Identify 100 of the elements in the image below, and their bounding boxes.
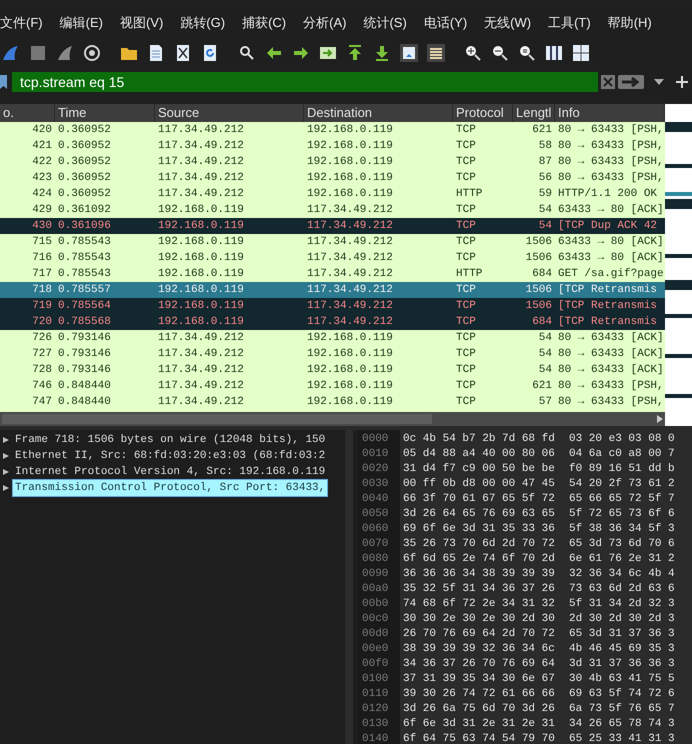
table-cell-text: 117.34.49.212 bbox=[157, 138, 245, 154]
autoscroll-icon[interactable] bbox=[400, 44, 418, 62]
hex-bytes: 65 25 33 41 31 3 bbox=[569, 732, 675, 744]
table-cell-text: 0.793146 bbox=[57, 362, 112, 378]
menu-item[interactable]: 跳转(G) bbox=[180, 13, 226, 33]
table-cell-text: HTTP bbox=[455, 266, 484, 282]
first-packet-icon[interactable] bbox=[346, 44, 364, 62]
hex-bytes: 6f 6d 65 2e 74 6f 70 2d bbox=[403, 552, 556, 567]
hex-bytes: 39 30 26 74 72 61 66 66 bbox=[403, 687, 556, 702]
table-cell-text: 746 bbox=[31, 378, 53, 394]
collapsed-arrow-icon[interactable] bbox=[3, 453, 9, 459]
last-packet-icon[interactable] bbox=[373, 44, 391, 62]
table-cell-text: 117.34.49.212 bbox=[306, 218, 394, 234]
colorize-icon[interactable] bbox=[427, 44, 445, 62]
table-cell-text: 117.34.49.212 bbox=[306, 314, 394, 330]
gear-icon[interactable] bbox=[83, 44, 101, 62]
filter-text: tcp.stream eq 15 bbox=[20, 72, 124, 92]
menu-item[interactable]: 编辑(E) bbox=[60, 13, 103, 33]
menu-item[interactable]: 统计(S) bbox=[363, 13, 407, 33]
stop-icon[interactable] bbox=[29, 44, 47, 62]
table-cell-text: 57 bbox=[538, 394, 553, 410]
collapsed-arrow-icon[interactable] bbox=[3, 485, 9, 491]
menu-item[interactable]: 分析(A) bbox=[303, 13, 346, 33]
table-cell-text: TCP bbox=[455, 330, 477, 346]
zoom-in-icon[interactable] bbox=[464, 44, 482, 62]
hex-bytes: 36 36 36 34 38 39 39 39 bbox=[403, 567, 556, 582]
document-icon[interactable] bbox=[147, 44, 165, 62]
packet-row[interactable]: 718 0.785557 192.168.0.119 117.34.49.212 TCP 1506 [TCP Retransmis bbox=[0, 282, 665, 298]
hex-bytes: 35 26 73 70 6d 2d 70 72 bbox=[403, 537, 556, 552]
go-to-packet-icon[interactable] bbox=[319, 44, 337, 62]
hex-bytes: 66 3f 70 61 67 65 5f 72 bbox=[403, 492, 556, 507]
tree-item[interactable]: Transmission Control Protocol, Src Port: 63433, bbox=[13, 480, 328, 496]
zoom-out-icon[interactable] bbox=[491, 44, 509, 62]
table-cell-text: 87 bbox=[538, 154, 553, 170]
hex-bytes: 26 70 76 69 64 2d 70 72 bbox=[403, 627, 556, 642]
plus-icon[interactable] bbox=[676, 76, 688, 88]
table-cell-text: 117.34.49.212 bbox=[157, 154, 245, 170]
collapsed-arrow-icon[interactable] bbox=[3, 437, 9, 443]
hex-bytes: 54 20 2f 73 61 2 bbox=[569, 477, 675, 492]
table-cell-text: 0.360952 bbox=[57, 170, 112, 186]
table-cell-text: 192.168.0.119 bbox=[157, 202, 245, 218]
clear-icon[interactable] bbox=[600, 74, 616, 90]
table-cell-text: TCP bbox=[455, 202, 477, 218]
table-cell-text: 0.785568 bbox=[57, 314, 112, 330]
menu-item[interactable]: 工具(T) bbox=[548, 13, 591, 33]
menu-item[interactable]: 视图(V) bbox=[120, 13, 164, 33]
hex-offset: 0090 bbox=[362, 567, 390, 582]
table-cell-text: 192.168.0.119 bbox=[157, 314, 245, 330]
fin-restart-icon[interactable] bbox=[56, 44, 74, 62]
table-cell-text: 192.168.0.119 bbox=[306, 362, 394, 378]
table-cell-text: 0.793146 bbox=[57, 330, 112, 346]
table-cell-text: GET /sa.gif?page bbox=[557, 266, 665, 282]
table-cell-text: 117.34.49.212 bbox=[157, 170, 245, 186]
table-cell-text: 192.168.0.119 bbox=[306, 138, 394, 154]
table-cell-text: 117.34.49.212 bbox=[157, 330, 245, 346]
horizontal-scrollbar[interactable] bbox=[0, 412, 665, 426]
packet-row[interactable]: 430 0.361096 192.168.0.119 117.34.49.212 TCP 54 [TCP Dup ACK 42 bbox=[0, 218, 665, 234]
table-cell-text: 192.168.0.119 bbox=[157, 266, 245, 282]
table-cell-text: 0.785543 bbox=[57, 250, 112, 266]
zoom-reset-icon[interactable] bbox=[518, 44, 536, 62]
table-cell-text: 430 bbox=[31, 218, 53, 234]
hex-bytes: 65 66 65 72 5f 7 bbox=[569, 492, 675, 507]
table-cell-text: 80 → 63433 [PSH, bbox=[557, 154, 665, 170]
tree-item[interactable]: Ethernet II, Src: 68:fd:03:20:e3:03 (68:fd:03:2 bbox=[13, 448, 328, 464]
scroll-right-arrow-icon[interactable] bbox=[657, 415, 663, 423]
menu-item[interactable]: 帮助(H) bbox=[608, 13, 652, 33]
tree-item[interactable]: Frame 718: 1506 bytes on wire (12048 bits), 150 bbox=[13, 432, 328, 448]
tree-item[interactable]: Internet Protocol Version 4, Src: 192.168.0.119 bbox=[13, 464, 328, 480]
hex-bytes: 30 30 2e 30 2e 30 2d 30 bbox=[403, 612, 556, 627]
table-cell-text: [TCP Retransmis bbox=[557, 314, 658, 330]
reload-icon[interactable] bbox=[201, 44, 219, 62]
collapsed-arrow-icon[interactable] bbox=[3, 469, 9, 475]
resize-columns-icon[interactable] bbox=[545, 44, 563, 62]
table-cell-text: 684 bbox=[531, 266, 553, 282]
forward-arrow-icon[interactable] bbox=[292, 44, 310, 62]
table-cell-text: 720 bbox=[31, 314, 53, 330]
close-file-icon[interactable] bbox=[174, 44, 192, 62]
hex-bytes: 5f 72 65 73 6f 6 bbox=[569, 507, 675, 522]
menu-item[interactable]: 文件(F) bbox=[0, 13, 43, 33]
menu-item[interactable]: 无线(W) bbox=[484, 13, 532, 33]
bookmark-icon[interactable] bbox=[0, 74, 8, 90]
hex-bytes: 32 36 34 6c 4b 4 bbox=[569, 567, 675, 582]
table-cell-text: 0.785543 bbox=[57, 266, 112, 282]
table-cell-text: [TCP Retransmis bbox=[557, 298, 658, 314]
table-cell-text: 727 bbox=[31, 346, 53, 362]
shark-fin-icon[interactable] bbox=[2, 44, 20, 62]
layout-grid-icon[interactable] bbox=[572, 44, 590, 62]
menu-item[interactable]: 电话(Y) bbox=[424, 13, 468, 33]
hex-bytes: 3d 26 64 65 76 69 63 65 bbox=[403, 507, 556, 522]
table-cell-text: 192.168.0.119 bbox=[306, 122, 394, 138]
search-icon[interactable] bbox=[238, 44, 256, 62]
hex-bytes: 65 3d 73 6d 70 6 bbox=[569, 537, 675, 552]
menu-item[interactable]: 捕获(C) bbox=[242, 13, 286, 33]
dropdown-caret-icon[interactable] bbox=[654, 79, 664, 85]
packet-row[interactable]: 720 0.785568 192.168.0.119 117.34.49.212 TCP 684 [TCP Retransmis bbox=[0, 314, 665, 330]
packet-row[interactable]: 719 0.785564 192.168.0.119 117.34.49.212 TCP 1506 [TCP Retransmis bbox=[0, 298, 665, 314]
filter-field[interactable]: tcp.stream eq 15 bbox=[12, 72, 598, 92]
table-cell-text: 421 bbox=[31, 138, 53, 154]
table-cell-text: 117.34.49.212 bbox=[306, 202, 394, 218]
hex-offset: 0080 bbox=[362, 552, 390, 567]
